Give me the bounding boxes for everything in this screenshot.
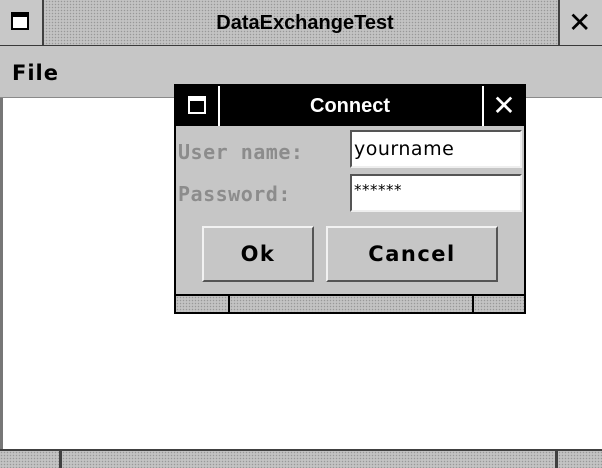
main-close-button[interactable]: ✕ bbox=[558, 0, 602, 45]
dialog-resize-handle-bottom[interactable] bbox=[230, 296, 474, 312]
main-window-title: DataExchangeTest bbox=[216, 12, 394, 34]
dialog-resize-handle-bottom-right[interactable] bbox=[474, 296, 524, 312]
dialog-bottom-frame bbox=[176, 294, 524, 312]
main-window-menu-button[interactable] bbox=[0, 0, 44, 45]
password-label: Password: bbox=[178, 182, 291, 206]
dialog-titlebar[interactable]: Connect ✕ bbox=[176, 86, 524, 126]
resize-handle-bottom-right[interactable] bbox=[558, 451, 602, 468]
main-window-bottom-frame bbox=[0, 449, 602, 468]
dialog-title: Connect bbox=[310, 95, 390, 117]
close-icon: ✕ bbox=[492, 89, 516, 122]
resize-handle-bottom-left[interactable] bbox=[0, 451, 62, 468]
dialog-window-menu-button[interactable] bbox=[176, 86, 220, 126]
window-menu-icon bbox=[188, 96, 206, 114]
connect-dialog: Connect ✕ User name: yourname Password: … bbox=[174, 84, 526, 314]
username-field[interactable]: yourname bbox=[350, 130, 522, 168]
cancel-button[interactable]: Cancel bbox=[326, 226, 498, 282]
password-field[interactable]: ****** bbox=[350, 174, 522, 212]
resize-handle-bottom[interactable] bbox=[62, 451, 558, 468]
window-menu-icon bbox=[11, 12, 29, 30]
menu-file[interactable]: File bbox=[4, 46, 67, 98]
main-titlebar[interactable]: DataExchangeTest ✕ bbox=[0, 0, 602, 46]
dialog-close-button[interactable]: ✕ bbox=[482, 86, 524, 126]
ok-button[interactable]: Ok bbox=[202, 226, 314, 282]
username-label: User name: bbox=[178, 140, 304, 164]
close-icon: ✕ bbox=[568, 6, 592, 39]
window-left-border bbox=[0, 98, 3, 449]
dialog-resize-handle-bottom-left[interactable] bbox=[176, 296, 230, 312]
